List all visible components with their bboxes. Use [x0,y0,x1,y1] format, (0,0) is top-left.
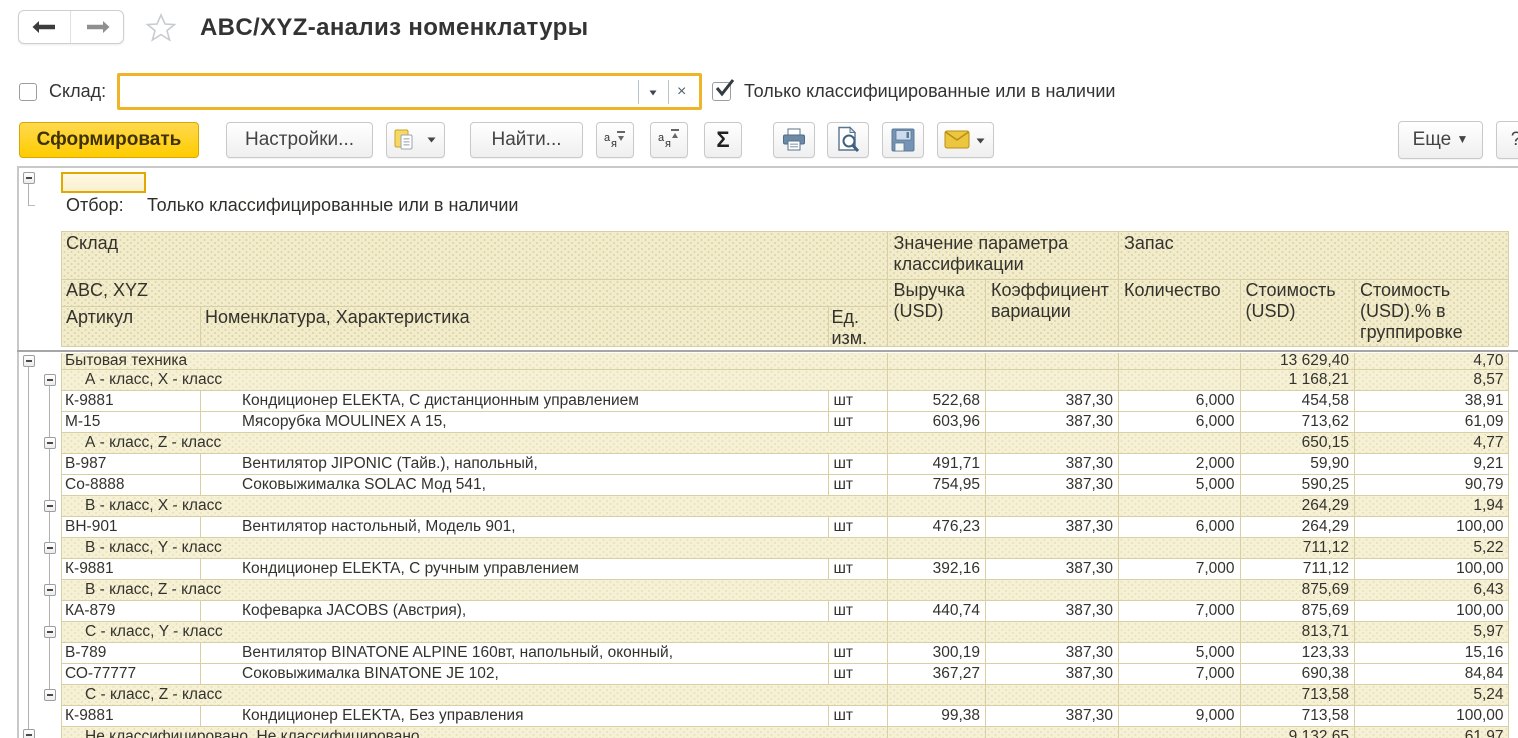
svg-text:я: я [611,138,617,150]
svg-text:я: я [665,138,671,150]
svg-text:a: a [604,132,611,144]
svg-text:a: a [658,132,665,144]
